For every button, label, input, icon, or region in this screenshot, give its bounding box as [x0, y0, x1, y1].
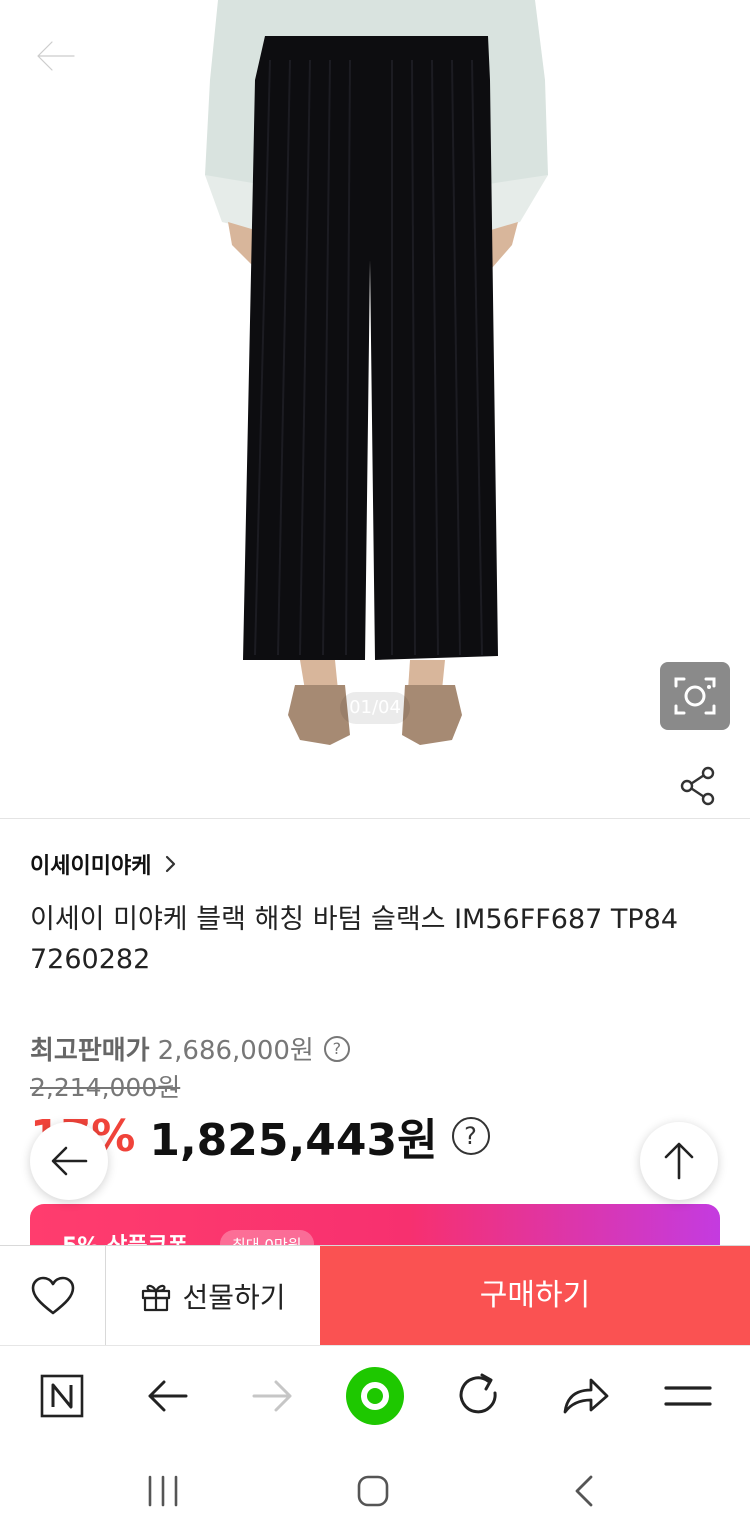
- gift-icon: [142, 1284, 171, 1312]
- like-button[interactable]: [0, 1246, 106, 1346]
- arrow-up-icon: [664, 1142, 694, 1180]
- menu-icon[interactable]: [638, 1346, 738, 1446]
- scroll-top-button[interactable]: [640, 1122, 718, 1200]
- share-arrow-icon[interactable]: [533, 1346, 633, 1446]
- original-price: 2,214,000원: [30, 1073, 181, 1102]
- gift-label: 선물하기: [182, 1281, 286, 1314]
- refresh-icon[interactable]: [428, 1346, 528, 1446]
- final-price: 1,825,443원: [149, 1115, 438, 1166]
- recent-apps-icon[interactable]: [113, 1445, 213, 1537]
- max-price-label: 최고판매가: [30, 1036, 150, 1066]
- gift-button[interactable]: 선물하기: [106, 1246, 320, 1346]
- share-icon[interactable]: [676, 764, 720, 808]
- arrow-left-icon: [51, 1146, 88, 1176]
- chevron-right-icon: [166, 855, 176, 873]
- buy-button[interactable]: 구매하기: [320, 1246, 750, 1346]
- product-title: 이세이 미야케 블랙 해칭 바텀 슬랙스 IM56FF687 TP84 7260…: [30, 904, 679, 975]
- image-counter: 01/04: [340, 692, 410, 724]
- browser-toolbar: [0, 1345, 750, 1445]
- browser-back-icon[interactable]: [118, 1346, 218, 1446]
- question-circle-icon[interactable]: ?: [451, 1117, 490, 1155]
- browser-forward-icon[interactable]: [222, 1346, 322, 1446]
- brand-name: 이세이미야케: [30, 854, 152, 879]
- system-navigation-bar: [0, 1445, 750, 1537]
- green-home-icon[interactable]: [325, 1346, 425, 1446]
- section-divider: [0, 818, 750, 819]
- back-icon[interactable]: [533, 1445, 633, 1537]
- purchase-bar: 선물하기 구매하기: [0, 1245, 750, 1346]
- camera-scan-icon[interactable]: [660, 662, 730, 730]
- max-price-row: 최고판매가 2,686,000원 ?: [30, 1030, 350, 1067]
- brand-link[interactable]: 이세이미야케: [30, 848, 177, 880]
- max-price-value: 2,686,000원: [157, 1036, 314, 1066]
- heart-icon: [31, 1276, 75, 1315]
- home-icon[interactable]: [323, 1445, 423, 1537]
- naver-n-icon[interactable]: [12, 1346, 112, 1446]
- question-circle-icon[interactable]: ?: [323, 1035, 350, 1062]
- product-image-gallery[interactable]: 01/04: [0, 0, 750, 818]
- back-arrow-icon[interactable]: [30, 34, 80, 78]
- scroll-left-button[interactable]: [30, 1122, 108, 1200]
